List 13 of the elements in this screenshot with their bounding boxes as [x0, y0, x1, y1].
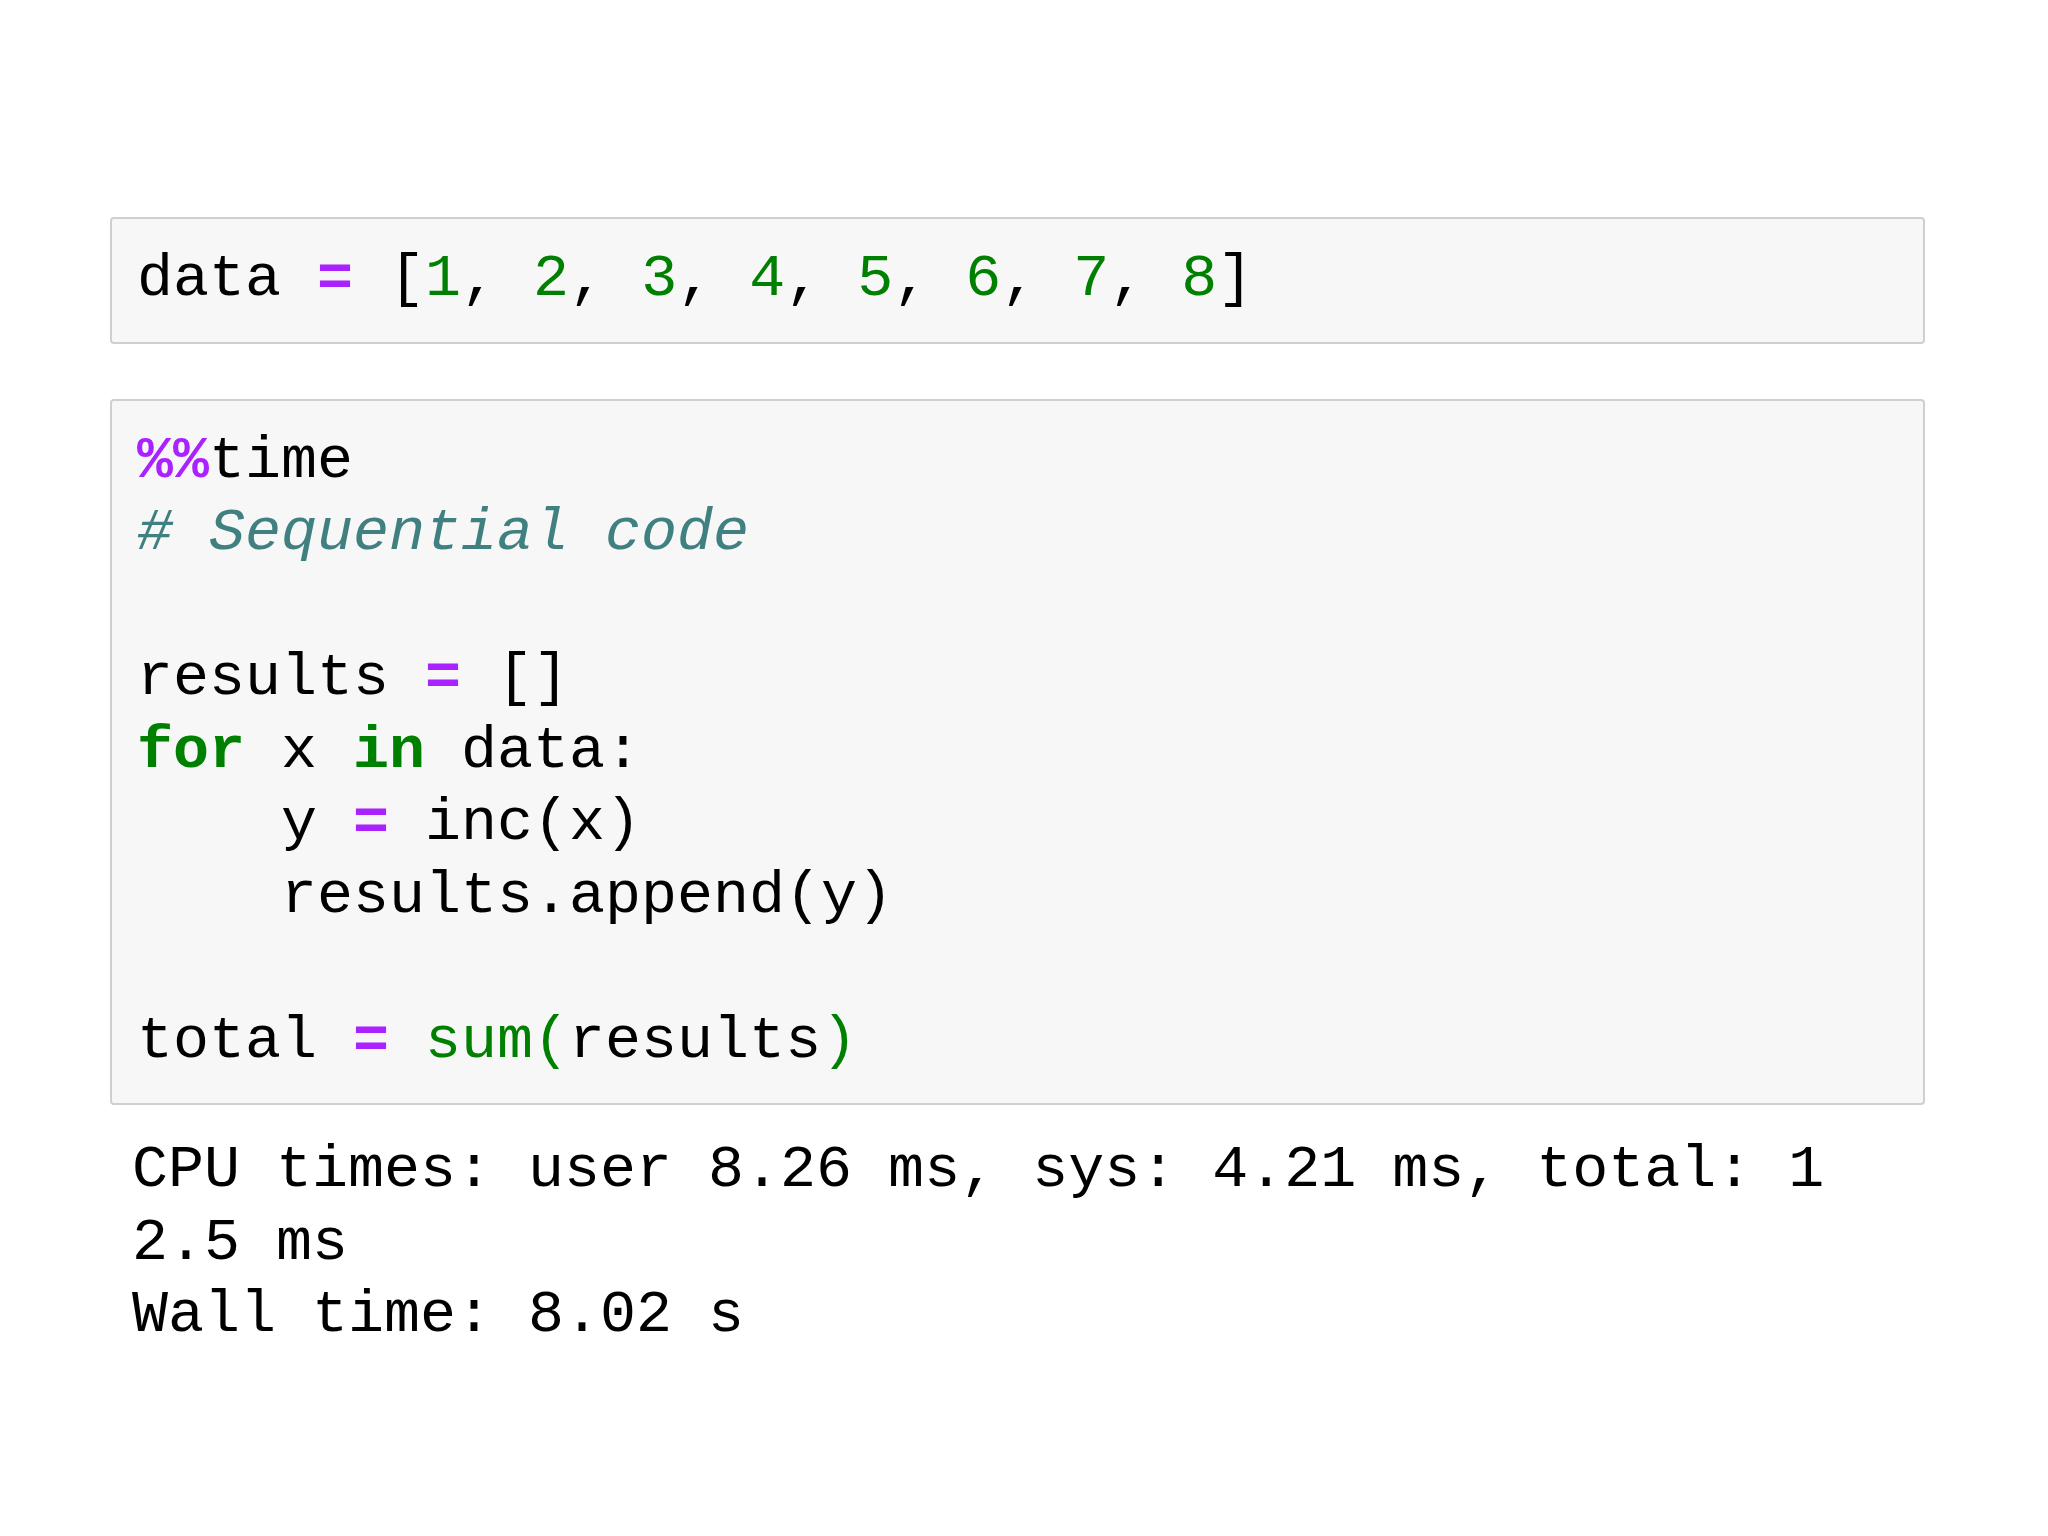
code-line: # Sequential code [137, 498, 751, 569]
output-line: Wall time: 8.02 s [132, 1280, 746, 1351]
code-line: data = [1, 2, 3, 4, 5, 6, 7, 8] [137, 244, 1255, 315]
code-line: results.append(y) [280, 860, 895, 932]
output-line: CPU times: user 8.26 ms, sys: 4.21 ms, total: 1 [132, 1135, 1826, 1206]
code-line: total = sum(results) [137, 1005, 859, 1077]
code-cell[interactable]: %%time # Sequential code results = [] for x in data: y = inc(x) results.append(y) total = sum(results) [110, 398, 1925, 1105]
code-line: %%time [137, 425, 355, 497]
code-line: results = [] [137, 643, 571, 714]
code-line: for x in data: [137, 715, 643, 787]
code-line: y = inc(x) [280, 788, 643, 859]
code-cell[interactable]: data = [1, 2, 3, 4, 5, 6, 7, 8] [110, 217, 1925, 344]
output-line: 2.5 ms [132, 1207, 350, 1279]
